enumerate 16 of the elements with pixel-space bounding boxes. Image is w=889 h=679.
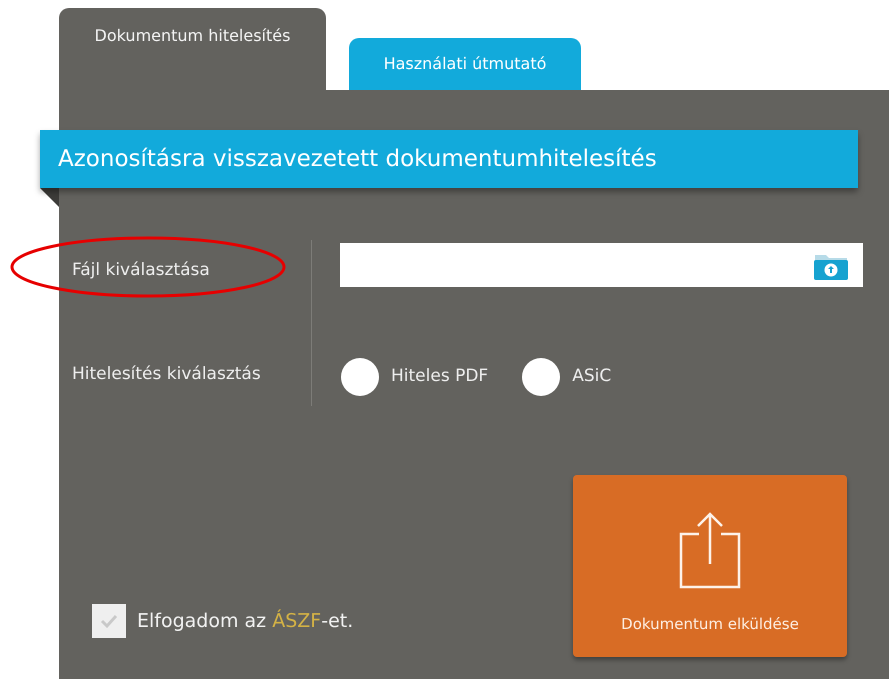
check-icon — [99, 613, 119, 629]
radio-label: ASiC — [572, 365, 612, 388]
ribbon-fold-shadow — [40, 188, 60, 208]
checkbox[interactable] — [92, 604, 126, 638]
section-header: Azonosításra visszavezetett dokumentumhitelesítés — [40, 130, 858, 188]
share-icon — [679, 510, 741, 588]
submit-button[interactable]: Dokumentum elküldése — [573, 475, 847, 657]
field-label: Hitelesítés kiválasztás — [72, 363, 261, 386]
file-input-field[interactable] — [340, 243, 863, 287]
tab[interactable]: Dokumentum hitelesítés — [59, 8, 326, 90]
field-label: Fájl kiválasztása — [72, 259, 210, 282]
terms-link[interactable]: ÁSZF — [272, 610, 322, 632]
terms-text: Elfogadom az ÁSZF-et. — [137, 608, 354, 634]
radio-label: Hiteles PDF — [391, 365, 488, 388]
button-label: Dokumentum elküldése — [621, 614, 799, 634]
tab[interactable]: Használati útmutató — [349, 38, 581, 90]
